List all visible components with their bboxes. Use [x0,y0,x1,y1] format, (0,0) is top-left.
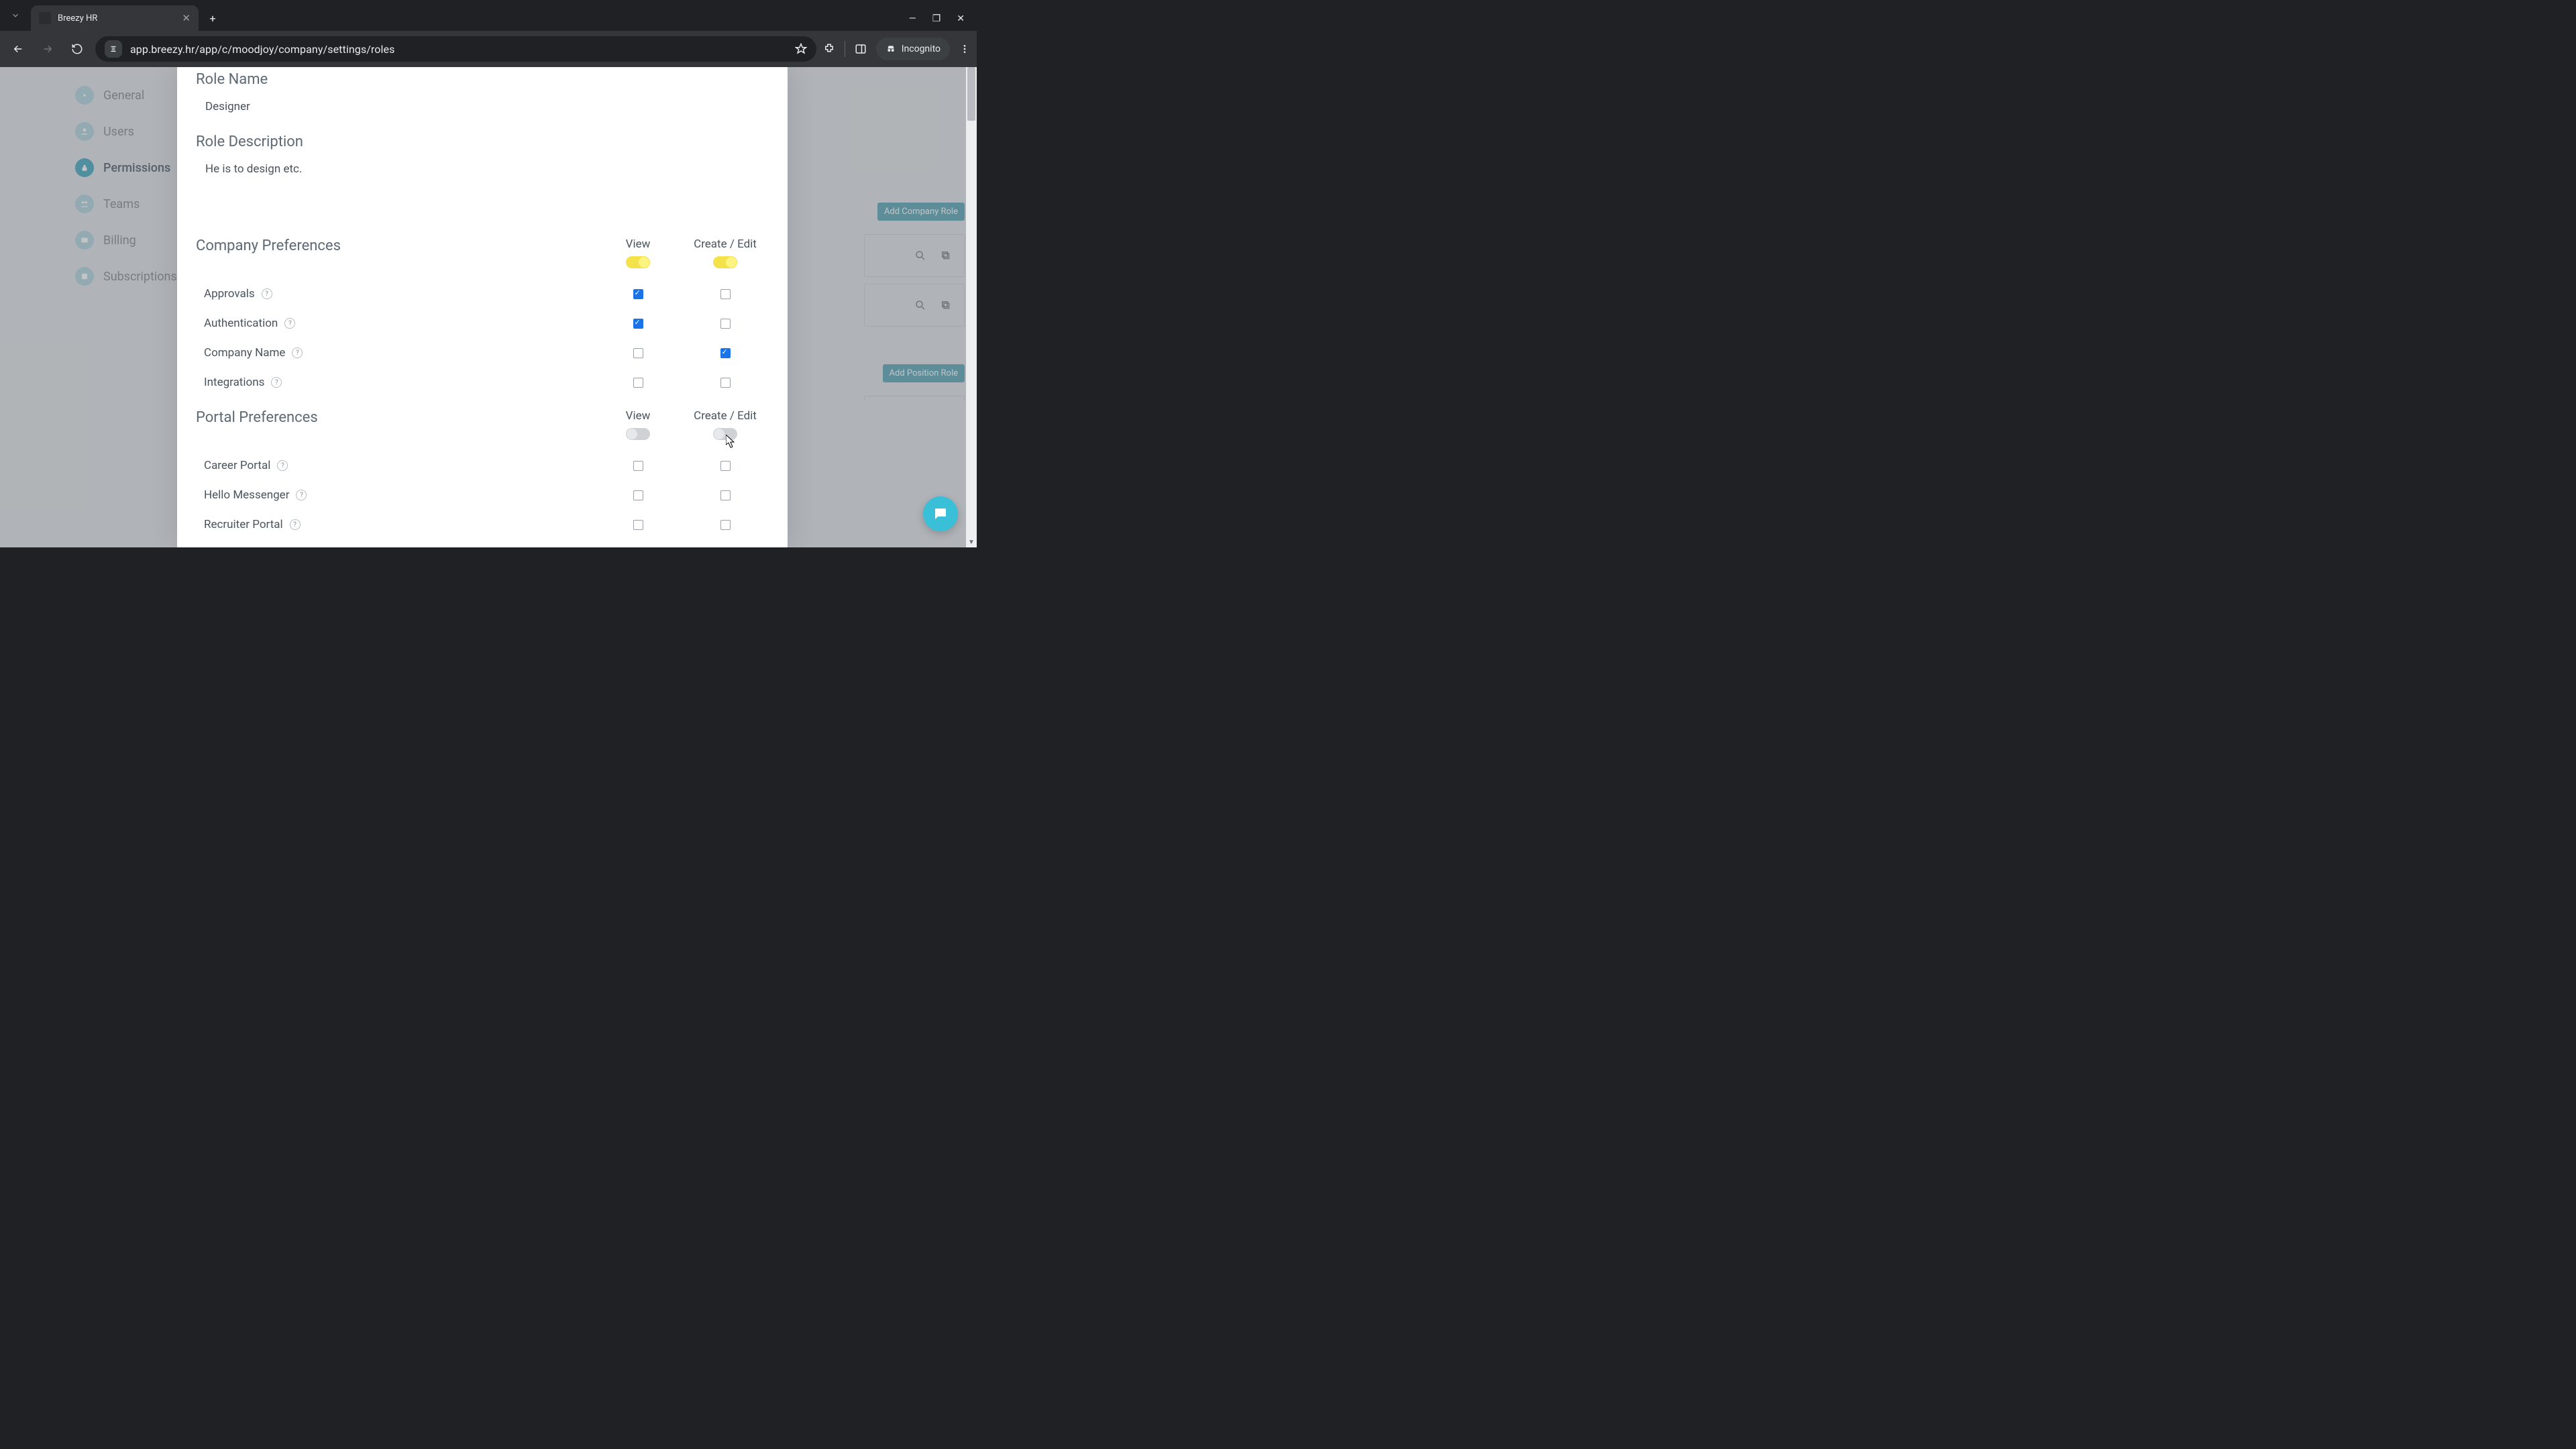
perm-row-company-name: Company Name? [196,346,769,360]
column-view-header: View [594,237,682,268]
perm-label: Hello Messenger [204,488,289,502]
browser-menu-icon[interactable] [959,44,970,54]
bookmark-star-icon[interactable] [795,43,807,55]
column-view-header: View [594,409,682,440]
edit-master-toggle[interactable] [713,256,737,268]
sidepanel-icon[interactable] [855,43,867,55]
tab-title: Breezy HR [58,13,175,23]
help-icon[interactable]: ? [290,519,301,530]
help-icon[interactable]: ? [292,347,303,358]
window-maximize-icon[interactable]: ❐ [932,13,941,24]
url-text: app.breezy.hr/app/c/moodjoy/company/sett… [130,43,394,56]
role-description-input[interactable]: He is to design etc. [196,150,769,204]
perm-label: Career Portal [204,459,270,472]
new-tab-button[interactable]: + [203,8,223,28]
company-name-edit-checkbox[interactable] [720,348,731,358]
window-minimize-icon[interactable]: — [909,13,916,24]
nav-forward-button[interactable] [36,38,59,60]
window-close-icon[interactable]: ✕ [957,13,965,24]
column-edit-header: Create / Edit [682,409,769,440]
browser-toolbar: app.breezy.hr/app/c/moodjoy/company/sett… [0,31,977,67]
nav-reload-button[interactable] [66,38,89,60]
tab-close-icon[interactable]: ✕ [182,12,191,24]
help-icon[interactable]: ? [284,318,295,329]
recruiter-portal-view-checkbox[interactable] [633,520,643,530]
perm-row-approvals: Approvals? [196,287,769,301]
hello-messenger-edit-checkbox[interactable] [720,490,731,500]
perm-label: Company Name [204,346,285,360]
help-icon[interactable]: ? [262,288,272,299]
career-portal-view-checkbox[interactable] [633,461,643,471]
company-name-view-checkbox[interactable] [633,348,643,358]
incognito-label: Incognito [902,44,941,54]
perm-label: Integrations [204,376,264,389]
authentication-view-checkbox[interactable] [633,319,643,329]
perm-label: Authentication [204,317,278,330]
help-icon[interactable]: ? [271,377,282,388]
perm-label: Recruiter Portal [204,518,283,531]
column-edit-header: Create / Edit [682,237,769,268]
role-name-label: Role Name [196,71,769,88]
section-title: Portal Preferences [196,409,594,426]
approvals-view-checkbox[interactable] [633,289,643,299]
integrations-view-checkbox[interactable] [633,378,643,388]
portal-preferences-section: Portal Preferences View Create / Edit Ca… [196,409,769,531]
hello-messenger-view-checkbox[interactable] [633,490,643,500]
scrollbar-thumb[interactable] [967,67,975,121]
page-viewport: General Users Permissions Teams Billing [0,67,977,547]
chat-widget-button[interactable] [923,496,958,531]
url-bar[interactable]: app.breezy.hr/app/c/moodjoy/company/sett… [95,36,816,62]
recruiter-portal-edit-checkbox[interactable] [720,520,731,530]
role-description-label: Role Description [196,133,769,150]
tab-favicon [39,12,51,24]
browser-tab[interactable]: Breezy HR ✕ [31,5,199,31]
scroll-down-icon[interactable]: ▼ [966,537,977,547]
help-icon[interactable]: ? [277,460,288,471]
page-scrollbar[interactable]: ▲ ▼ [966,67,977,547]
role-name-input[interactable] [196,88,769,116]
mouse-cursor [726,435,737,448]
perm-label: Approvals [204,287,255,301]
authentication-edit-checkbox[interactable] [720,319,731,329]
browser-titlebar: Breezy HR ✕ + — ❐ ✕ [0,0,977,31]
perm-row-authentication: Authentication? [196,317,769,330]
incognito-badge[interactable]: Incognito [876,38,950,60]
view-master-toggle[interactable] [626,256,650,268]
role-editor-modal: Role Name Role Description He is to desi… [177,67,788,547]
perm-row-integrations: Integrations? [196,376,769,389]
site-info-icon[interactable] [105,40,122,58]
view-master-toggle[interactable] [626,428,650,440]
perm-row-hello-messenger: Hello Messenger? [196,488,769,502]
help-icon[interactable]: ? [296,490,307,500]
nav-back-button[interactable] [7,38,30,60]
career-portal-edit-checkbox[interactable] [720,461,731,471]
window-controls: — ❐ ✕ [897,13,977,31]
perm-row-career-portal: Career Portal? [196,459,769,472]
approvals-edit-checkbox[interactable] [720,289,731,299]
section-title: Company Preferences [196,237,594,254]
extensions-icon[interactable] [823,43,835,55]
tab-search-dropdown[interactable] [0,0,31,31]
integrations-edit-checkbox[interactable] [720,378,731,388]
company-preferences-section: Company Preferences View Create / Edit A… [196,237,769,389]
perm-row-recruiter-portal: Recruiter Portal? [196,518,769,531]
